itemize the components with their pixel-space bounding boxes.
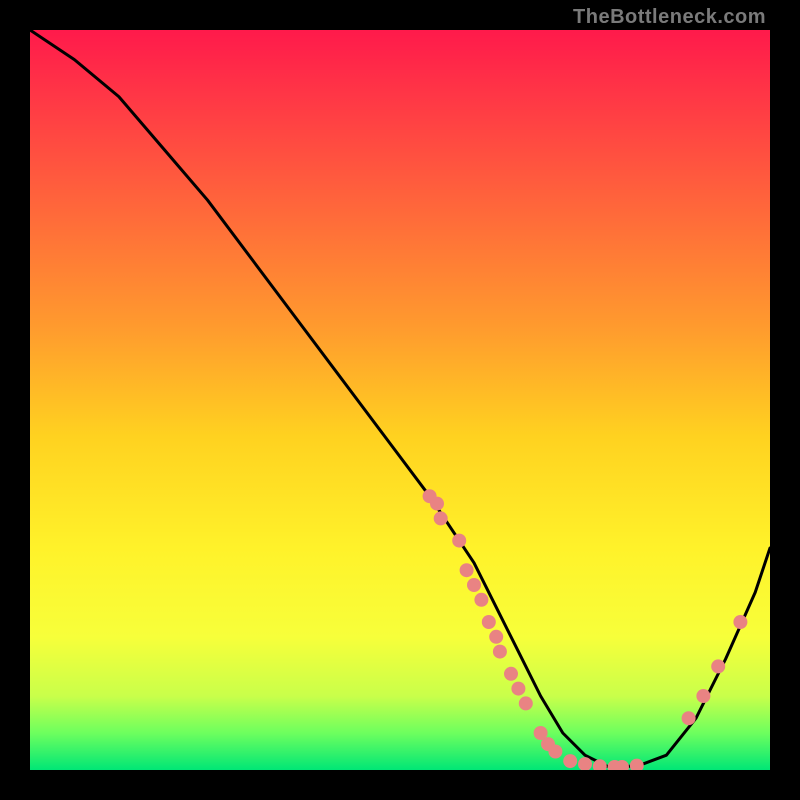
data-marker [696, 689, 710, 703]
data-marker [482, 615, 496, 629]
data-marker [493, 645, 507, 659]
data-marker [452, 534, 466, 548]
data-marker [711, 659, 725, 673]
data-marker [489, 630, 503, 644]
watermark-text: TheBottleneck.com [573, 6, 766, 29]
data-marker [504, 667, 518, 681]
data-marker [430, 497, 444, 511]
data-marker [563, 754, 577, 768]
data-marker [467, 578, 481, 592]
data-marker [519, 696, 533, 710]
chart-container: TheBottleneck.com [0, 0, 800, 800]
data-marker [733, 615, 747, 629]
data-marker [474, 593, 488, 607]
data-marker [434, 511, 448, 525]
data-marker [460, 563, 474, 577]
data-marker [548, 745, 562, 759]
data-marker [511, 682, 525, 696]
chart-svg [30, 30, 770, 770]
plot-area [30, 30, 770, 770]
data-marker [682, 711, 696, 725]
bottleneck-curve [30, 30, 770, 766]
data-marker [630, 759, 644, 770]
